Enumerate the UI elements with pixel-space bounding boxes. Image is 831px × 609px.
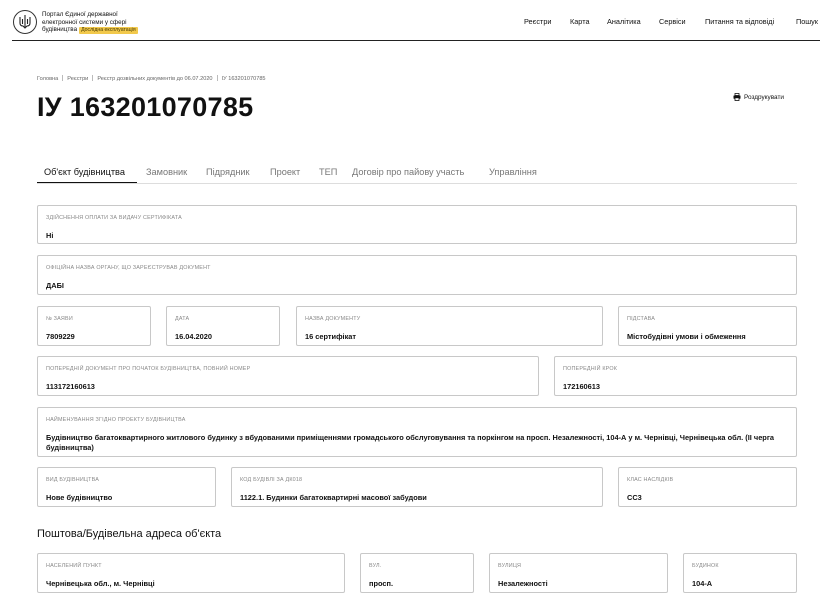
field-label: Населений пункт — [46, 563, 102, 569]
field-label: Вулиця — [498, 563, 522, 569]
field-label: Дата — [175, 316, 190, 322]
field-previous-document: Попередній документ про початок будівниц… — [37, 356, 539, 396]
field-label: № заяви — [46, 316, 73, 322]
field-construction-type: Вид будівництва Нове будівництво — [37, 467, 216, 507]
field-payment: Здійснення оплати за видачу сертифіката … — [37, 205, 797, 244]
field-value: Чернівецька обл., м. Чернівці — [46, 579, 155, 588]
field-consequence-class: Клас наслідків СС3 — [618, 467, 797, 507]
field-label: Найменування згідно проекту будівництва — [46, 417, 186, 423]
nav-map[interactable]: Карта — [570, 17, 590, 26]
site-header: Портал Єдиної державної електронної сист… — [0, 0, 831, 42]
breadcrumb-current: ІУ 163201070785 — [221, 76, 266, 82]
field-application-number: № заяви 7809229 — [37, 306, 151, 346]
nav-registries[interactable]: Реєстри — [524, 17, 551, 26]
main-nav: Реєстри Карта Аналітика Сервіси Питання … — [0, 17, 831, 29]
header-divider — [12, 40, 820, 41]
nav-analytics[interactable]: Аналітика — [607, 17, 641, 26]
field-label: Вул. — [369, 563, 382, 569]
field-label: Клас наслідків — [627, 477, 674, 483]
field-label: Попередній крок — [563, 366, 618, 372]
nav-faq[interactable]: Питання та відповіді — [705, 17, 774, 26]
field-label: Код будівлі за ДК018 — [240, 477, 303, 483]
tab-customer[interactable]: Замовник — [146, 167, 187, 177]
print-button[interactable]: Роздрукувати — [733, 93, 784, 101]
field-value: Містобудівні умови і обмеження — [627, 332, 746, 341]
field-label: Підстава — [627, 316, 656, 322]
tab-share-agreement[interactable]: Договір про пайову участь — [352, 167, 464, 177]
field-value: просп. — [369, 579, 394, 588]
field-value: Будівництво багатоквартирного житлового … — [46, 433, 775, 452]
breadcrumb-registries[interactable]: Реєстри — [67, 76, 88, 82]
tab-project[interactable]: Проект — [270, 167, 300, 177]
breadcrumb-registry[interactable]: Реєстр дозвільних документів до 06.07.20… — [97, 76, 212, 82]
breadcrumb: Головна Реєстри Реєстр дозвільних документ… — [37, 75, 266, 82]
tab-bar: Об'єкт будівництва Замовник Підрядник Пр… — [37, 167, 797, 187]
field-project-name: Найменування згідно проекту будівництва … — [37, 407, 797, 457]
breadcrumb-home[interactable]: Головна — [37, 76, 58, 82]
field-building: Будинок 104-А — [683, 553, 797, 593]
field-value: 113172160613 — [46, 382, 95, 391]
field-label: Назва документу — [305, 316, 361, 322]
field-document-name: Назва документу 16 сертифікат — [296, 306, 603, 346]
field-previous-step: Попередній крок 172160613 — [554, 356, 797, 396]
field-value: Ні — [46, 231, 54, 240]
field-label: Попередній документ про початок будівниц… — [46, 366, 251, 372]
field-value: 104-А — [692, 579, 713, 588]
printer-icon — [733, 93, 741, 101]
print-label: Роздрукувати — [744, 93, 784, 101]
page-title: ІУ 163201070785 — [37, 92, 254, 122]
field-value: ДАБІ — [46, 281, 64, 290]
breadcrumb-separator — [216, 75, 218, 81]
tab-tep[interactable]: ТЕП — [319, 167, 337, 177]
field-building-code: Код будівлі за ДК018 1122.1. Будинки баг… — [231, 467, 603, 507]
field-value: 172160613 — [563, 382, 600, 391]
field-label: Офіційна назва органу, що зареєстрував д… — [46, 265, 211, 271]
field-value: 7809229 — [46, 332, 75, 341]
nav-search[interactable]: Пошук — [796, 17, 818, 26]
field-authority: Офіційна назва органу, що зареєстрував д… — [37, 255, 797, 295]
breadcrumb-separator — [92, 75, 94, 81]
tab-contractor[interactable]: Підрядник — [206, 167, 250, 177]
field-value: Нове будівництво — [46, 493, 113, 502]
field-settlement: Населений пункт Чернівецька обл., м. Чер… — [37, 553, 345, 593]
field-label: Вид будівництва — [46, 477, 100, 483]
field-basis: Підстава Містобудівні умови і обмеження — [618, 306, 797, 346]
address-section-title: Поштова/Будівельна адреса об'єкта — [37, 528, 222, 540]
field-date: Дата 16.04.2020 — [166, 306, 280, 346]
field-value: 1122.1. Будинки багатоквартирні масової … — [240, 493, 427, 502]
tab-management[interactable]: Управління — [489, 167, 537, 177]
field-value: СС3 — [627, 493, 642, 502]
field-label: Будинок — [692, 563, 719, 569]
tab-object[interactable]: Об'єкт будівництва — [44, 167, 125, 177]
field-street: Вулиця Незалежності — [489, 553, 668, 593]
field-street-type: Вул. просп. — [360, 553, 474, 593]
field-value: 16.04.2020 — [175, 332, 212, 341]
nav-services[interactable]: Сервіси — [659, 17, 686, 26]
breadcrumb-separator — [62, 75, 64, 81]
field-label: Здійснення оплати за видачу сертифіката — [46, 215, 182, 221]
tabs-divider — [37, 183, 797, 184]
field-value: 16 сертифікат — [305, 332, 357, 341]
field-value: Незалежності — [498, 579, 548, 588]
